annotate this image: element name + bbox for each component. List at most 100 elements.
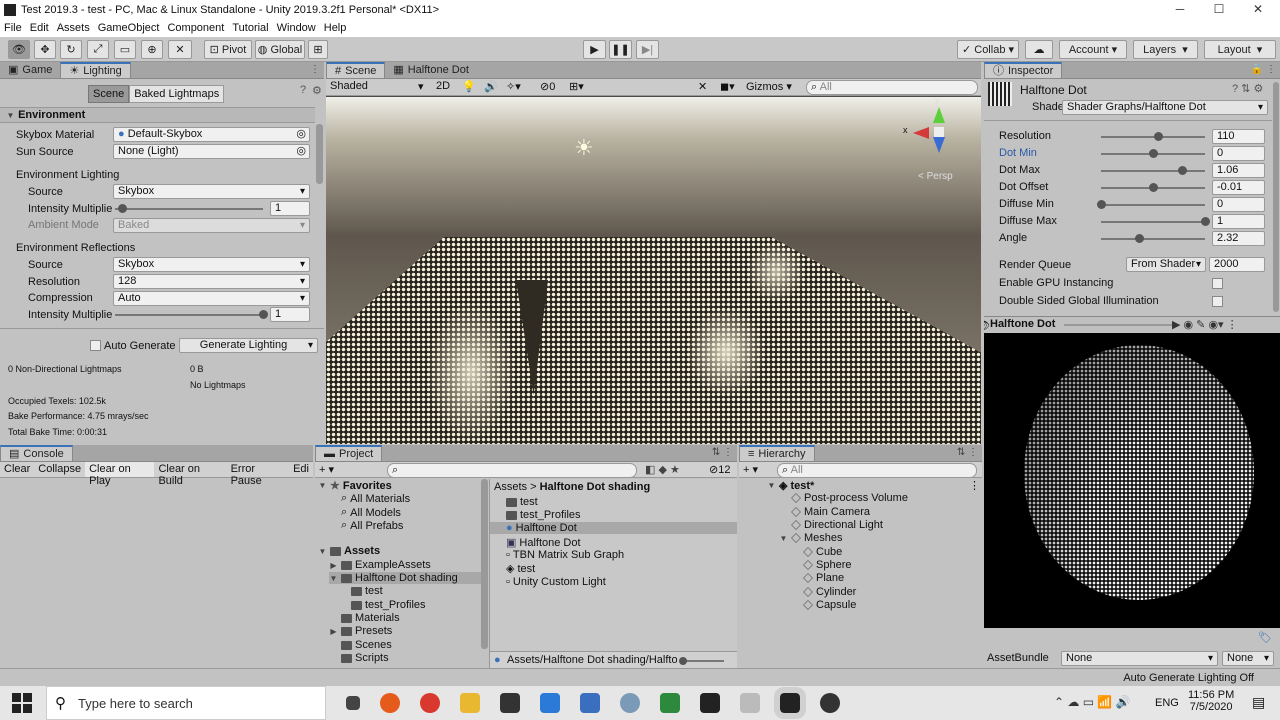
- property-value-input[interactable]: 0: [1212, 197, 1265, 212]
- tab-scene[interactable]: # Scene: [326, 62, 386, 78]
- panel-menu-icon[interactable]: ⋮: [310, 64, 320, 75]
- 2d-toggle[interactable]: 2D: [436, 80, 450, 92]
- gizmos-dropdown[interactable]: Gizmos ▾: [746, 80, 792, 93]
- intensity-slider-knob[interactable]: [118, 204, 128, 213]
- audio-toggle-icon[interactable]: 🔊: [484, 80, 498, 93]
- notion-icon[interactable]: [500, 693, 520, 713]
- property-slider[interactable]: [1101, 132, 1205, 141]
- firefox-icon[interactable]: [380, 693, 400, 713]
- property-slider[interactable]: [1097, 200, 1205, 209]
- file-test-profiles-folder[interactable]: test_Profiles: [506, 509, 581, 521]
- subtab-scene[interactable]: Scene: [88, 85, 130, 103]
- generate-lighting-button[interactable]: Generate Lighting: [179, 338, 318, 353]
- property-slider[interactable]: [1101, 217, 1210, 226]
- panel-menu-icon[interactable]: ⇅ ⋮: [712, 447, 733, 458]
- project-search-input[interactable]: ⌕: [387, 463, 637, 478]
- resolution-dropdown[interactable]: 128: [113, 274, 310, 289]
- property-value-input[interactable]: 1: [1212, 214, 1265, 229]
- x-axis-cone[interactable]: [913, 127, 929, 139]
- scene-menu-icon[interactable]: ⋮: [969, 479, 980, 492]
- file-explorer-icon[interactable]: [460, 693, 480, 713]
- tab-inspector[interactable]: ⓘ Inspector: [984, 62, 1063, 78]
- refl-intensity-input[interactable]: 1: [270, 307, 310, 322]
- menu-assets[interactable]: Assets: [53, 22, 94, 34]
- persp-label[interactable]: < Persp: [918, 171, 953, 182]
- hierarchy-sphere[interactable]: Sphere: [803, 559, 851, 571]
- create-dropdown-icon[interactable]: + ▾: [743, 463, 758, 476]
- property-value-input[interactable]: 110: [1212, 129, 1265, 144]
- file-tbn-subgraph[interactable]: ▫ TBN Matrix Sub Graph: [506, 549, 624, 561]
- file-test-scene[interactable]: ◈ test: [506, 562, 535, 576]
- breadcrumb-assets[interactable]: Assets: [494, 481, 527, 493]
- app-icon[interactable]: [620, 693, 640, 713]
- fav-all-models[interactable]: ⌕ All Models: [341, 506, 401, 519]
- lock-icon[interactable]: 🔒 ⋮: [1251, 64, 1276, 75]
- snap-icon[interactable]: ⊞: [308, 40, 328, 59]
- assetbundle-dropdown[interactable]: None: [1061, 651, 1218, 666]
- property-slider-knob[interactable]: [1097, 200, 1106, 209]
- folder-scenes[interactable]: Scenes: [341, 639, 392, 651]
- menu-window[interactable]: Window: [273, 22, 320, 34]
- folder-exampleassets[interactable]: ▶ ExampleAssets: [329, 559, 430, 571]
- hidden-objects-toggle[interactable]: ⊘0: [540, 80, 555, 93]
- windows-start-icon[interactable]: [12, 693, 32, 713]
- property-slider-knob[interactable]: [1149, 183, 1158, 192]
- lighting-scrollbar[interactable]: [316, 124, 323, 184]
- inspector-header-icons[interactable]: ? ⇅ ⚙: [1232, 82, 1263, 95]
- hierarchy-cylinder[interactable]: Cylinder: [803, 586, 856, 598]
- tray-icons[interactable]: ⌃ ☁ ▭ 📶 🔊: [1054, 695, 1131, 709]
- collab-dropdown[interactable]: ✓ Collab ▾: [957, 40, 1019, 59]
- render-queue-input[interactable]: 2000: [1209, 257, 1265, 272]
- pivot-toggle[interactable]: ⊡ Pivot: [204, 40, 252, 59]
- property-slider[interactable]: [1101, 149, 1205, 158]
- icon-size-slider-knob[interactable]: [679, 657, 687, 665]
- settings-icon[interactable]: ⚙: [312, 84, 322, 97]
- task-view-icon[interactable]: [346, 696, 360, 710]
- refl-intensity-slider-knob[interactable]: [259, 310, 268, 319]
- property-slider-knob[interactable]: [1135, 234, 1145, 243]
- shader-dropdown[interactable]: Shader Graphs/Halftone Dot: [1062, 100, 1268, 115]
- sun-source-field[interactable]: None (Light) ◎: [113, 144, 310, 159]
- hierarchy-plane[interactable]: Plane: [803, 572, 844, 584]
- fav-all-materials[interactable]: ⌕ All Materials: [341, 492, 410, 505]
- tab-game[interactable]: ▣ Game: [0, 62, 60, 78]
- property-slider-knob[interactable]: [1201, 217, 1210, 226]
- property-slider-knob[interactable]: [1178, 166, 1188, 175]
- maximize-button[interactable]: ☐: [1199, 0, 1239, 19]
- minimize-button[interactable]: ─: [1160, 0, 1200, 19]
- layout-dropdown[interactable]: Layout ▾: [1204, 40, 1276, 59]
- collapse-button[interactable]: Collapse: [34, 462, 85, 477]
- lighting-toggle-icon[interactable]: 💡: [462, 80, 476, 93]
- sun-gizmo-icon[interactable]: ☀: [574, 135, 594, 161]
- property-slider-knob[interactable]: [1149, 149, 1158, 158]
- hierarchy-meshes[interactable]: ▼ Meshes: [779, 532, 843, 544]
- intensity-input[interactable]: 1: [270, 201, 310, 216]
- move-tool-icon[interactable]: ✥: [34, 40, 56, 59]
- file-halftone-dot-material[interactable]: ● Halftone Dot: [490, 522, 737, 534]
- material-preview[interactable]: [984, 333, 1280, 628]
- favorites-folder[interactable]: ▼ ★ Favorites: [318, 479, 392, 493]
- scene-viewport[interactable]: ☀ x y < Persp: [326, 95, 981, 444]
- subtab-baked-lightmaps[interactable]: Baked Lightmaps: [129, 85, 225, 103]
- menu-component[interactable]: Component: [163, 22, 228, 34]
- clear-on-play-button[interactable]: Clear on Play: [85, 462, 155, 487]
- property-value-input[interactable]: 0: [1212, 146, 1265, 161]
- inspector-scrollbar[interactable]: [1273, 82, 1279, 312]
- breadcrumb-current[interactable]: Halftone Dot shading: [540, 481, 651, 493]
- play-button[interactable]: ▶: [583, 40, 606, 59]
- property-slider[interactable]: [1101, 166, 1205, 175]
- property-slider[interactable]: [1101, 183, 1205, 192]
- refl-source-dropdown[interactable]: Skybox: [113, 257, 310, 272]
- unity-taskbar-icon[interactable]: [774, 687, 806, 719]
- intensity-slider[interactable]: [115, 204, 263, 213]
- z-axis-cone[interactable]: [933, 137, 945, 153]
- file-unity-custom-light[interactable]: ▫ Unity Custom Light: [506, 576, 606, 588]
- taskbar-search[interactable]: ⚲ Type here to search: [46, 686, 326, 720]
- create-dropdown-icon[interactable]: + ▾: [319, 463, 334, 476]
- tab-halftone-dot[interactable]: ▦ Halftone Dot: [385, 62, 477, 78]
- skybox-field[interactable]: ● Default-Skybox ◎: [113, 127, 310, 142]
- editor-dropdown[interactable]: Edi: [289, 462, 313, 477]
- view-tool-icon[interactable]: 👁: [8, 40, 30, 59]
- tab-console[interactable]: ▤ Console: [0, 445, 73, 461]
- scene-root[interactable]: ▼ ◈ test*: [767, 479, 815, 493]
